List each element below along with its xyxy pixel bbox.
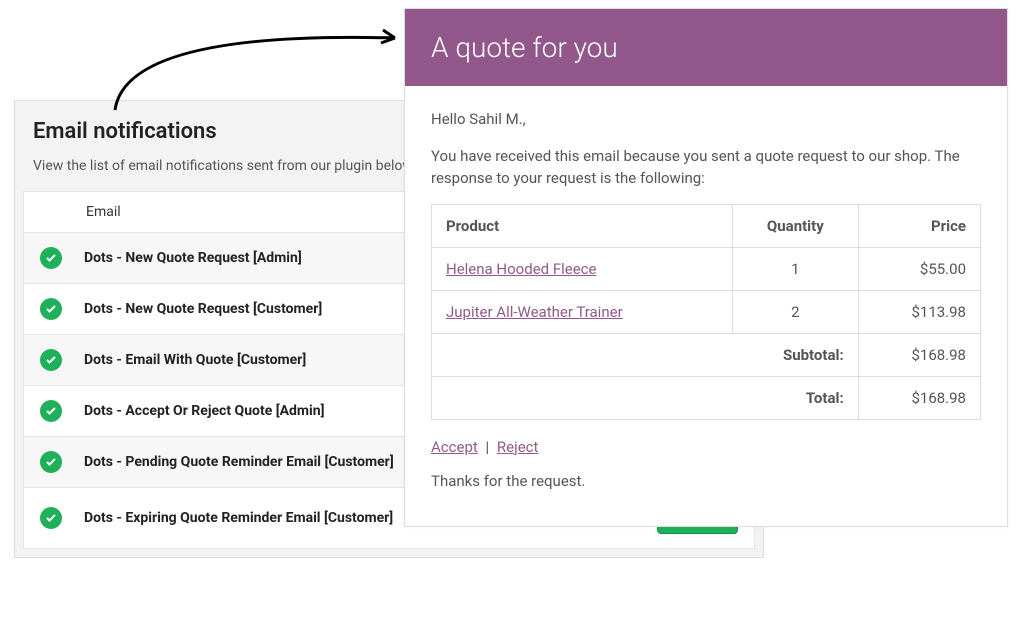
email-greeting: Hello Sahil M.,: [431, 108, 981, 131]
item-qty: 2: [733, 290, 859, 333]
separator: |: [486, 438, 490, 456]
list-item-label: Dots - Expiring Quote Reminder Email [Cu…: [84, 510, 427, 526]
check-icon: [40, 349, 62, 371]
email-actions: Accept | Reject: [431, 438, 981, 456]
table-row: Helena Hooded Fleece 1 $55.00: [432, 247, 981, 290]
total-label: Total:: [432, 376, 859, 419]
check-icon: [40, 507, 62, 529]
check-icon: [40, 298, 62, 320]
table-row: Jupiter All-Weather Trainer 2 $113.98: [432, 290, 981, 333]
reject-link[interactable]: Reject: [497, 438, 539, 456]
check-icon: [40, 451, 62, 473]
col-price: Price: [858, 204, 980, 247]
total-value: $168.98: [858, 376, 980, 419]
email-footer: Thanks for the request.: [431, 470, 981, 493]
email-subject: A quote for you: [405, 9, 1007, 86]
total-row: Total: $168.98: [432, 376, 981, 419]
email-intro: You have received this email because you…: [431, 145, 981, 190]
subtotal-label: Subtotal:: [432, 333, 859, 376]
item-qty: 1: [733, 247, 859, 290]
accept-link[interactable]: Accept: [431, 438, 478, 456]
check-icon: [40, 247, 62, 269]
item-price: $113.98: [858, 290, 980, 333]
col-product: Product: [432, 204, 733, 247]
col-quantity: Quantity: [733, 204, 859, 247]
product-link[interactable]: Helena Hooded Fleece: [446, 260, 596, 278]
check-icon: [40, 400, 62, 422]
product-link[interactable]: Jupiter All-Weather Trainer: [446, 303, 623, 321]
subtotal-row: Subtotal: $168.98: [432, 333, 981, 376]
email-preview: A quote for you Hello Sahil M., You have…: [404, 8, 1008, 527]
quote-table: Product Quantity Price Helena Hooded Fle…: [431, 204, 981, 420]
subtotal-value: $168.98: [858, 333, 980, 376]
item-price: $55.00: [858, 247, 980, 290]
email-body: Hello Sahil M., You have received this e…: [405, 86, 1007, 526]
